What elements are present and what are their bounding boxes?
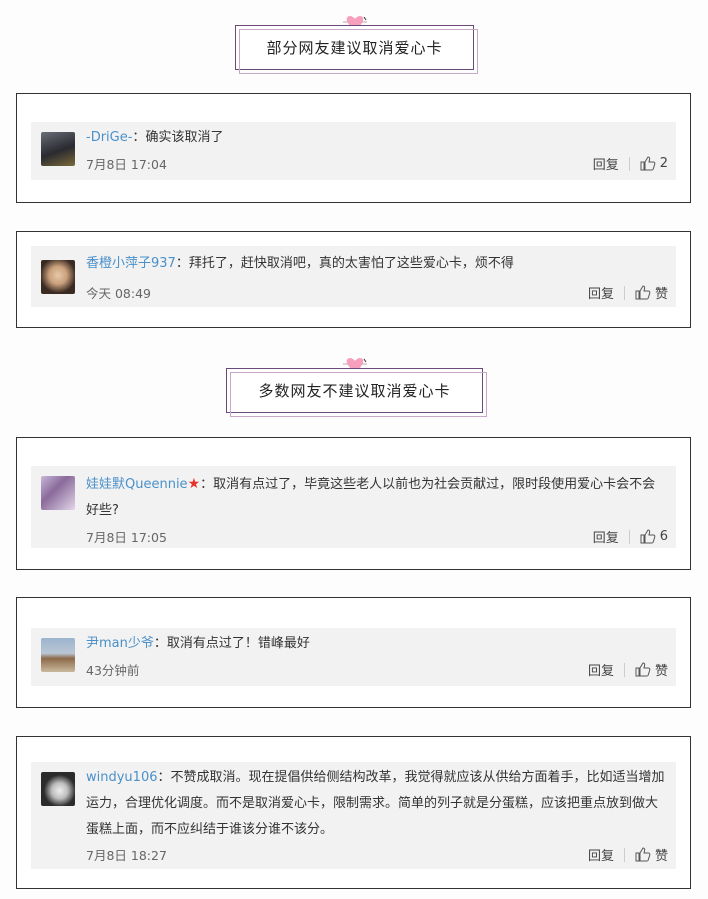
like-button[interactable]: 6: [640, 529, 668, 544]
reply-button[interactable]: 回复: [588, 845, 614, 864]
reply-button[interactable]: 回复: [588, 283, 614, 302]
divider: [623, 847, 625, 862]
comment-text: -DriGe-：确实该取消了: [86, 130, 224, 145]
like-count: 赞: [654, 849, 668, 864]
avatar[interactable]: [41, 132, 75, 166]
section-header-1: 部分网友建议取消爱心卡: [0, 14, 708, 74]
star-badge-icon: ★: [187, 476, 201, 492]
username-link[interactable]: 尹man少爷: [86, 636, 154, 651]
thumbs-up-icon: [635, 847, 651, 862]
comment-body: 拜托了，赶快取消吧，真的太害怕了这些爱心卡，烦不得: [188, 256, 514, 271]
comment-card: 尹man少爷：取消有点过了！错峰最好 43分钟前 回复 赞: [16, 597, 691, 708]
like-count: 赞: [654, 664, 668, 679]
thumbs-up-icon: [635, 285, 651, 300]
comment-card: 香橙小萍子937：拜托了，赶快取消吧，真的太害怕了这些爱心卡，烦不得 今天 08…: [16, 231, 691, 328]
comment-text: 娃娃默Queennie★：取消有点过了，毕竟这些老人以前也为社会贡献过，限时段使…: [86, 476, 656, 518]
like-button[interactable]: 赞: [635, 845, 668, 864]
comment-panel: 香橙小萍子937：拜托了，赶快取消吧，真的太害怕了这些爱心卡，烦不得 今天 08…: [31, 246, 676, 307]
thumbs-up-icon: [640, 529, 656, 544]
comment-body: 取消有点过了！错峰最好: [166, 636, 310, 651]
username-link[interactable]: 娃娃默Queennie: [86, 477, 188, 492]
username-link[interactable]: 香橙小萍子937: [86, 256, 176, 271]
reply-button[interactable]: 回复: [588, 660, 614, 679]
comment-text: 尹man少爷：取消有点过了！错峰最好: [86, 636, 310, 651]
reply-button[interactable]: 回复: [593, 527, 619, 546]
like-count: 2: [659, 156, 668, 171]
like-count: 赞: [654, 287, 668, 302]
like-count: 6: [659, 529, 668, 544]
username-link[interactable]: -DriGe-: [86, 130, 132, 145]
comment-actions: 回复 赞: [588, 660, 668, 679]
thumbs-up-icon: [640, 156, 656, 171]
avatar[interactable]: [41, 772, 75, 806]
comment-card: 娃娃默Queennie★：取消有点过了，毕竟这些老人以前也为社会贡献过，限时段使…: [16, 437, 691, 570]
comment-card: windyu106：不赞成取消。现在提倡供给侧结构改革，我觉得就应该从供给方面着…: [16, 736, 691, 889]
like-button[interactable]: 赞: [635, 660, 668, 679]
comment-actions: 回复 2: [593, 154, 668, 173]
comment-text: 香橙小萍子937：拜托了，赶快取消吧，真的太害怕了这些爱心卡，烦不得: [86, 256, 514, 271]
avatar[interactable]: [41, 476, 75, 510]
divider: [623, 285, 625, 300]
comment-time: 7月8日 17:05: [86, 530, 167, 545]
comment-actions: 回复 赞: [588, 283, 668, 302]
comment-time: 7月8日 18:27: [86, 848, 167, 863]
like-button[interactable]: 2: [640, 156, 668, 171]
section-title-box: 部分网友建议取消爱心卡: [235, 25, 478, 74]
comment-time: 7月8日 17:04: [86, 157, 167, 172]
username-link[interactable]: windyu106: [86, 770, 157, 785]
section-title: 部分网友建议取消爱心卡: [266, 39, 443, 57]
comment-panel: 娃娃默Queennie★：取消有点过了，毕竟这些老人以前也为社会贡献过，限时段使…: [31, 466, 676, 548]
comment-body: 确实该取消了: [145, 130, 224, 145]
like-button[interactable]: 赞: [635, 283, 668, 302]
section-title: 多数网友不建议取消爱心卡: [258, 382, 451, 400]
comment-text: windyu106：不赞成取消。现在提倡供给侧结构改革，我觉得就应该从供给方面着…: [86, 770, 665, 837]
divider: [623, 662, 625, 677]
comment-time: 43分钟前: [86, 663, 140, 678]
section-title-box: 多数网友不建议取消爱心卡: [226, 368, 487, 417]
comment-panel: -DriGe-：确实该取消了 7月8日 17:04 回复 2: [31, 122, 676, 180]
thumbs-up-icon: [635, 662, 651, 677]
comment-body: 不赞成取消。现在提倡供给侧结构改革，我觉得就应该从供给方面着手，比如适当增加运力…: [86, 770, 665, 837]
comment-time: 今天 08:49: [86, 286, 151, 301]
avatar[interactable]: [41, 638, 75, 672]
comment-card: -DriGe-：确实该取消了 7月8日 17:04 回复 2: [16, 93, 691, 203]
comment-panel: 尹man少爷：取消有点过了！错峰最好 43分钟前 回复 赞: [31, 628, 676, 686]
section-header-2: 多数网友不建议取消爱心卡: [0, 356, 708, 417]
comment-panel: windyu106：不赞成取消。现在提倡供给侧结构改革，我觉得就应该从供给方面着…: [31, 762, 676, 869]
divider: [628, 529, 630, 544]
avatar[interactable]: [41, 260, 75, 294]
divider: [628, 156, 630, 171]
reply-button[interactable]: 回复: [593, 154, 619, 173]
comment-actions: 回复 赞: [588, 845, 668, 864]
comment-actions: 回复 6: [593, 527, 668, 546]
